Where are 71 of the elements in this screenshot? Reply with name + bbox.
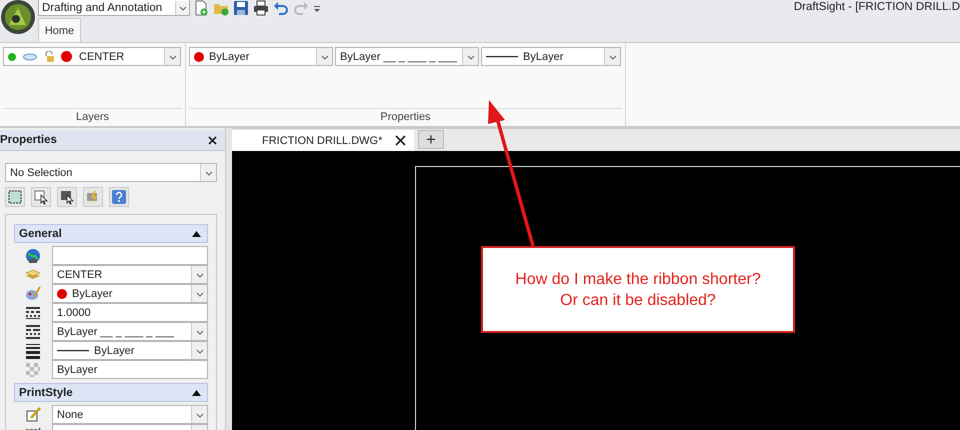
dashed-square-icon <box>7 189 23 205</box>
window-cursor-icon <box>59 189 75 205</box>
linetype-dropdown[interactable]: ByLayer __ _ ___ _ ___ <box>335 47 479 66</box>
color-dot-icon <box>57 288 67 298</box>
document-tab[interactable]: FRICTION DRILL.DWG* <box>232 130 414 151</box>
color-dot-icon[interactable] <box>61 51 72 62</box>
linetype-value: ByLayer __ _ ___ _ ___ <box>340 50 457 62</box>
section-title: General <box>19 228 62 240</box>
select-cursor-button[interactable] <box>31 187 51 207</box>
status-dot-icon[interactable] <box>8 52 16 60</box>
collapse-triangle-icon[interactable] <box>192 390 201 396</box>
print-icon[interactable] <box>253 0 269 16</box>
solid-line-icon <box>486 56 518 58</box>
color-value: ByLayer <box>72 288 112 300</box>
save-icon[interactable] <box>233 0 249 16</box>
quick-select-button[interactable] <box>5 187 25 207</box>
paint-palette-icon <box>25 286 41 302</box>
layer-name: CENTER <box>79 50 124 62</box>
group-label: Layers <box>3 108 182 125</box>
select-window-button[interactable] <box>57 187 77 207</box>
dotted-lines-icon <box>25 304 41 320</box>
window-title: DraftSight - [FRICTION DRILL.D <box>794 0 960 13</box>
lineweight-dropdown[interactable]: ByLayer <box>481 47 621 66</box>
checkerboard-icon <box>25 362 41 378</box>
linetype-value: ByLayer __ _ ___ _ ___ <box>57 326 174 338</box>
globe-icon <box>25 248 41 264</box>
padlock-icon[interactable] <box>44 51 54 62</box>
field-value: ByLayer <box>57 364 98 376</box>
section-header[interactable]: General <box>14 224 208 243</box>
collapse-triangle-icon[interactable] <box>192 230 201 236</box>
help-icon <box>111 189 127 205</box>
close-icon[interactable] <box>208 136 217 144</box>
panel-title: Properties <box>0 134 57 146</box>
selection-dropdown[interactable]: No Selection <box>5 163 217 182</box>
new-file-icon[interactable] <box>193 0 209 16</box>
callout-text: How do I make the ribbon shorter? Or can it be disabled? <box>515 270 761 310</box>
selection-value: No Selection <box>10 166 72 178</box>
color-value: ByLayer <box>209 50 250 62</box>
field-value: 1.0000 <box>57 306 91 318</box>
lineweight-value: ByLayer <box>94 344 134 356</box>
property-dropdown[interactable]: ByLayer __ _ ___ _ ___ <box>52 322 208 341</box>
workspace-dropdown[interactable]: Drafting and Annotation <box>38 0 190 16</box>
section-title: PrintStyle <box>19 386 73 398</box>
undo-icon[interactable] <box>273 0 289 16</box>
solid-line-icon <box>57 350 89 352</box>
oval-icon[interactable] <box>23 52 37 60</box>
cursor-icon <box>33 189 49 205</box>
field-value: CENTER <box>57 268 102 280</box>
tab-label: FRICTION DRILL.DWG* <box>262 134 382 146</box>
ribbon-tab[interactable]: Home <box>38 18 81 42</box>
new-tab-button[interactable]: + <box>418 130 444 149</box>
property-field[interactable] <box>52 246 208 265</box>
close-icon[interactable] <box>395 135 406 146</box>
property-dropdown[interactable]: None <box>52 405 208 424</box>
field-value: None <box>57 408 84 420</box>
lineweight-value: ByLayer <box>523 50 564 62</box>
property-field[interactable]: ByLayer <box>52 360 208 379</box>
help-button[interactable] <box>109 187 129 207</box>
dashed-lines-icon <box>25 324 41 340</box>
property-dropdown[interactable]: ByLayer <box>52 284 208 303</box>
layer-dropdown[interactable]: CENTER <box>3 47 181 66</box>
section-header[interactable]: PrintStyle <box>14 383 208 402</box>
pencil-icon <box>25 406 41 422</box>
property-dropdown[interactable]: CENTER <box>52 265 208 284</box>
property-field[interactable]: 1.0000 <box>52 303 208 322</box>
color-dot-icon <box>194 52 204 62</box>
toggle-button[interactable] <box>83 187 103 207</box>
color-dropdown[interactable]: ByLayer <box>189 47 333 66</box>
app-logo-icon[interactable] <box>0 0 36 36</box>
line-weight-icon <box>25 342 41 358</box>
property-dropdown[interactable]: ByLayer <box>52 341 208 360</box>
